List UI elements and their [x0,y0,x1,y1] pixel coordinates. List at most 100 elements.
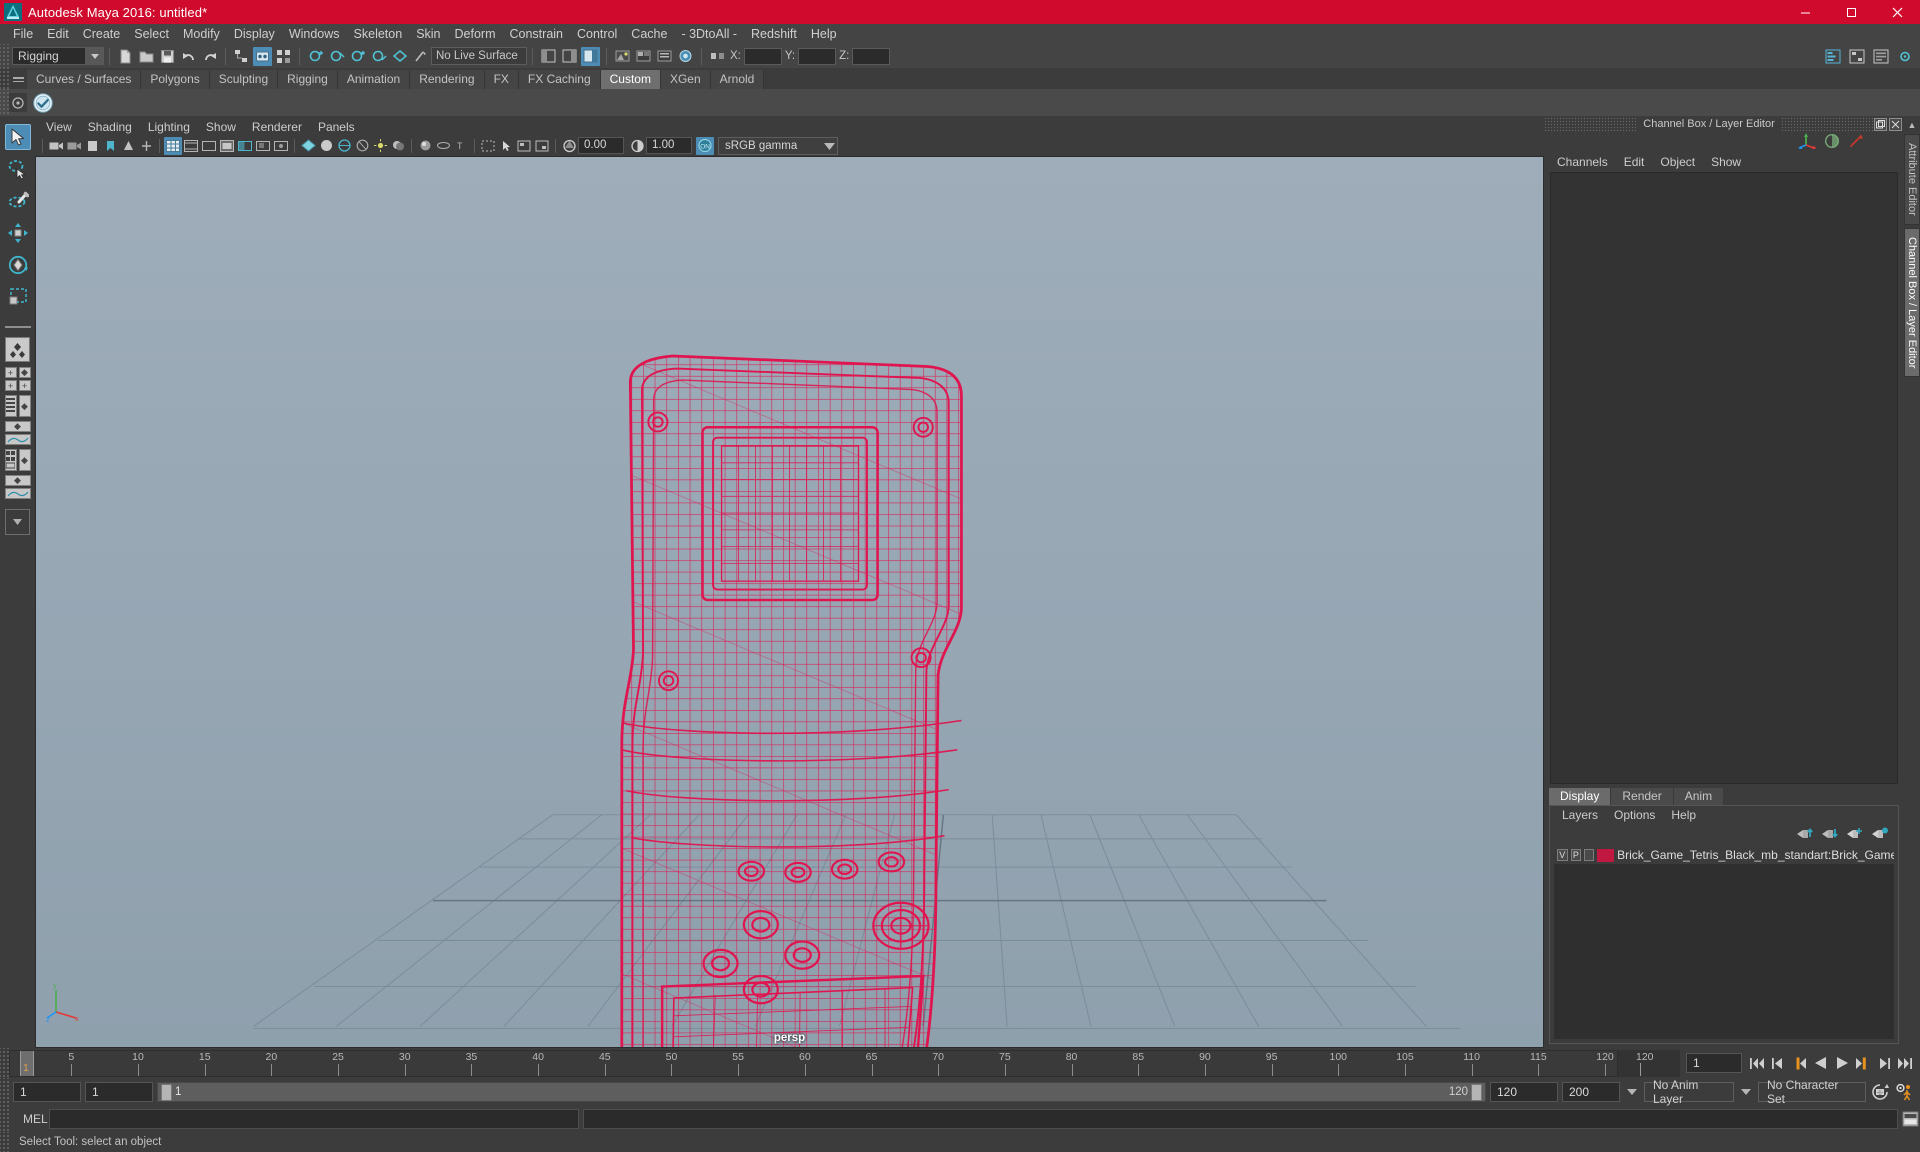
smooth-shade-icon[interactable] [317,137,335,155]
range-slider-grip[interactable] [0,1078,9,1106]
maximize-button[interactable] [1828,0,1874,24]
render-current-frame-icon[interactable] [613,47,632,66]
menu-help[interactable]: Help [804,24,844,44]
select-hierarchy-icon[interactable] [232,47,251,66]
channelbox-menu-show[interactable]: Show [1703,153,1749,171]
gamma-input[interactable]: 1.00 [646,137,692,155]
scroll-up-icon[interactable]: ▲ [1906,120,1918,132]
select-tool-icon[interactable] [4,124,31,150]
viewport-menu-lighting[interactable]: Lighting [140,118,198,136]
ipr-render-icon[interactable] [634,47,653,66]
xray-joints-icon[interactable] [272,137,290,155]
select-arrow-icon[interactable] [497,137,515,155]
current-frame-field[interactable]: 1 [1686,1053,1742,1073]
use-all-lights-icon[interactable] [371,137,389,155]
highlight-marker-icon[interactable] [1848,133,1864,152]
motion-blur-icon[interactable] [434,137,452,155]
select-component-icon[interactable] [274,47,293,66]
viewport-menu-panels[interactable]: Panels [310,118,363,136]
texture-mode-icon[interactable] [299,137,317,155]
create-layer-from-selected-icon[interactable] [1871,826,1888,843]
menuset-selector[interactable]: Rigging [12,47,104,65]
command-input-field[interactable] [49,1109,579,1129]
character-set-selector[interactable]: No Character Set [1758,1078,1866,1106]
vtab-channel-box-layer-editor[interactable]: Channel Box / Layer Editor [1904,227,1920,378]
rotate-tool-icon[interactable] [5,252,31,278]
range-slider-left-handle[interactable] [161,1083,172,1101]
character-set-dropdown-arrow[interactable] [1738,1082,1754,1102]
show-hypergraph-icon[interactable] [1847,47,1866,66]
layer-tab-render[interactable]: Render [1611,788,1674,805]
menu-select[interactable]: Select [127,24,176,44]
shelf-row-grip[interactable] [0,89,9,116]
channelbox-menu-edit[interactable]: Edit [1616,153,1653,171]
layout-persp-graph-icon[interactable] [4,434,31,445]
move-tool-icon[interactable] [5,220,31,246]
time-slider-grip[interactable] [0,1048,9,1078]
select-camera-icon[interactable] [47,137,65,155]
show-outliner-icon[interactable] [1823,47,1842,66]
isolate-select-icon[interactable] [479,137,497,155]
step-forward-key-button[interactable] [1874,1053,1893,1073]
shelf-tab-rigging[interactable]: Rigging [278,70,338,89]
menu-modify[interactable]: Modify [176,24,227,44]
layer-menu-help[interactable]: Help [1663,806,1704,824]
time-slider-end-marker[interactable]: 120 [1618,1049,1680,1077]
dock-undock-icon[interactable] [1874,117,1887,131]
viewport-menu-shading[interactable]: Shading [80,118,140,136]
wireframe-on-shaded-icon[interactable] [335,137,353,155]
dock-close-icon[interactable] [1889,117,1902,131]
range-slider[interactable]: 1 120 [157,1082,1486,1102]
menu-edit[interactable]: Edit [40,24,76,44]
layout-persp-wide-icon[interactable]: ◆ [4,421,31,432]
input-connections-icon[interactable] [708,47,727,66]
layout-single-perspective-icon[interactable] [5,337,30,362]
auto-keyframe-toggle-icon[interactable]: -|- [1870,1082,1890,1102]
coord-x-input[interactable] [743,47,782,65]
layout-persp-outliner-graph-icon[interactable] [4,488,31,499]
coord-y-input[interactable] [798,47,837,65]
sidebar-toggle-icon[interactable] [560,47,579,66]
redo-icon[interactable] [200,47,219,66]
create-new-layer-icon[interactable] [1846,826,1863,843]
channelbox-menu-object[interactable]: Object [1652,153,1703,171]
show-hide-editors-icon[interactable] [539,47,558,66]
screen-space-ao-icon[interactable] [416,137,434,155]
shelf-tab-animation[interactable]: Animation [337,70,411,89]
step-back-key-button[interactable] [1769,1053,1788,1073]
color-management-selector[interactable]: sRGB gamma [718,136,838,155]
layer-display-type-toggle[interactable] [1584,849,1594,861]
make-live-icon[interactable] [411,47,430,66]
live-surface-field[interactable]: No Live Surface [431,47,527,65]
exposure-icon[interactable] [560,137,578,155]
shelf-tab-rendering[interactable]: Rendering [410,70,485,89]
shelf-tab-sculpting[interactable]: Sculpting [209,70,279,89]
go-to-end-button[interactable] [1895,1053,1914,1073]
layout-hypershade-persp-icon[interactable]: ◆ [18,449,31,471]
menu-create[interactable]: Create [76,24,128,44]
attribute-editor-toggle-icon[interactable] [581,46,600,66]
contrast-toggle-icon[interactable] [1824,133,1840,152]
animation-start-time-field[interactable]: 1 [13,1082,81,1102]
menu-windows[interactable]: Windows [282,24,347,44]
command-language-label[interactable]: MEL [9,1112,49,1126]
step-back-frame-button[interactable] [1790,1053,1809,1073]
menu-3dtoall[interactable]: - 3DtoAll - [674,24,744,44]
resolution-gate-icon[interactable] [200,137,218,155]
layer-menu-options[interactable]: Options [1606,806,1663,824]
viewport-menu-renderer[interactable]: Renderer [244,118,310,136]
layer-color-swatch[interactable] [1596,848,1615,862]
menu-deform[interactable]: Deform [448,24,503,44]
layer-menu-layers[interactable]: Layers [1554,806,1606,824]
viewport-menu-show[interactable]: Show [198,118,244,136]
menu-control[interactable]: Control [570,24,624,44]
show-tool-settings-icon[interactable] [1895,47,1914,66]
snap-to-projected-center-icon[interactable] [369,47,388,66]
play-forwards-button[interactable] [1832,1053,1851,1073]
menu-redshift[interactable]: Redshift [744,24,804,44]
script-editor-icon[interactable] [1900,1109,1920,1129]
save-scene-icon[interactable] [158,47,177,66]
anim-layer-selector[interactable]: No Anim Layer [1644,1078,1734,1106]
shelf-tab-xgen[interactable]: XGen [660,70,711,89]
remove-from-isolate-icon[interactable] [533,137,551,155]
